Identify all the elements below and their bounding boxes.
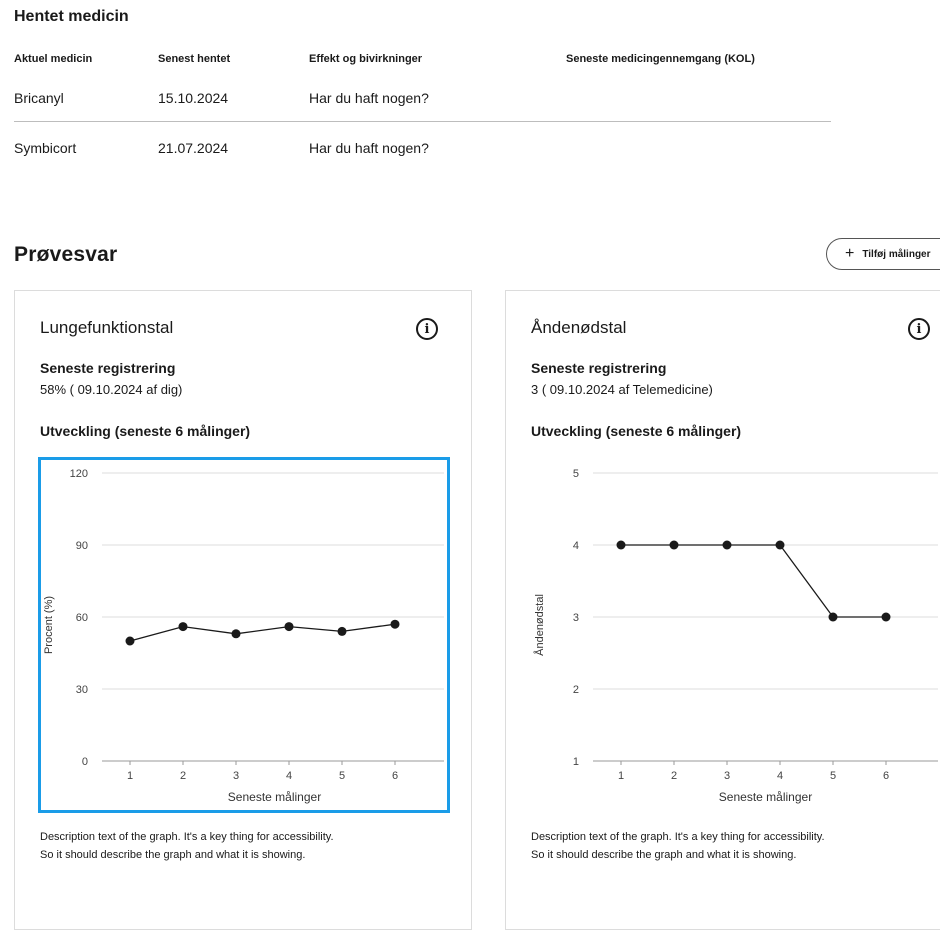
x-tick-label: 4 (286, 770, 292, 782)
medicine-name: Bricanyl (14, 90, 64, 106)
x-tick-label: 5 (339, 770, 345, 782)
info-icon[interactable]: i (416, 318, 438, 340)
x-tick-label: 3 (724, 770, 730, 782)
x-axis-label: Seneste målinger (228, 790, 321, 804)
data-point (881, 612, 891, 622)
add-measurement-label: Tilføj målinger (862, 248, 931, 260)
series-line (129, 623, 396, 642)
lung-function-chart[interactable]: 0 30 60 90 120 1 2 3 4 5 6 Seneste målinger Procent … (38, 457, 450, 813)
x-tick-label: 1 (618, 770, 624, 782)
y-tick-label: 1 (573, 756, 579, 768)
chart-description-line: So it should describe the graph and what… (531, 849, 797, 861)
column-header-current-medicine: Aktuel medicin (14, 53, 93, 65)
y-tick-label: 5 (573, 468, 579, 480)
data-point (775, 540, 785, 550)
results-section-title: Prøvesvar (14, 243, 118, 266)
y-tick-label: 30 (76, 684, 88, 696)
data-point (722, 540, 732, 550)
column-header-review: Seneste medicingennemgang (KOL) (566, 53, 755, 65)
latest-registration-label: Seneste registrering (40, 360, 176, 376)
medicine-date: 21.07.2024 (158, 140, 229, 156)
x-tick-label: 5 (830, 770, 836, 782)
x-tick-label: 3 (233, 770, 239, 782)
row-divider (14, 121, 831, 122)
column-header-effect: Effekt og bivirkninger (309, 53, 423, 65)
data-point (337, 626, 347, 636)
data-point (284, 622, 294, 632)
chart-description-line: So it should describe the graph and what… (40, 849, 306, 861)
x-axis-label: Seneste målinger (719, 790, 812, 804)
latest-registration-value: 3 ( 09.10.2024 af Telemedicine) (531, 382, 713, 397)
side-effects-link[interactable]: Har du haft nogen? (309, 140, 429, 156)
data-point (231, 629, 241, 639)
side-effects-link[interactable]: Har du haft nogen? (309, 90, 429, 106)
plus-icon: + (845, 245, 855, 262)
medicine-date: 15.10.2024 (158, 90, 229, 106)
chart-description-line: Description text of the graph. It's a ke… (531, 831, 825, 843)
column-header-last-collected: Senest hentet (158, 53, 231, 65)
y-tick-label: 0 (82, 756, 88, 768)
medicine-section-title: Hentet medicin (14, 8, 129, 25)
info-icon[interactable]: i (908, 318, 930, 340)
trend-label: Utveckling (seneste 6 målinger) (40, 423, 251, 439)
x-tick-label: 4 (777, 770, 783, 782)
x-tick-label: 6 (883, 770, 889, 782)
chart-description-line: Description text of the graph. It's a ke… (40, 831, 334, 843)
medicine-name: Symbicort (14, 140, 77, 156)
card-title: Åndenødstal (531, 318, 627, 337)
data-point (178, 622, 188, 632)
y-axis-label: Procent (%) (43, 596, 55, 654)
trend-label: Utveckling (seneste 6 målinger) (531, 423, 742, 439)
x-tick-label: 6 (392, 770, 398, 782)
x-tick-label: 2 (180, 770, 186, 782)
x-tick-label: 2 (671, 770, 677, 782)
breathlessness-chart[interactable]: 1 2 3 4 5 1 2 3 4 5 6 Seneste målinger Åndenødstal (529, 457, 940, 813)
latest-registration-label: Seneste registrering (531, 360, 667, 376)
chart-description: Description text of the graph. It's a ke… (531, 828, 940, 864)
data-point (828, 612, 838, 622)
x-tick-label: 1 (127, 770, 133, 782)
y-axis-label: Åndenødstal (533, 594, 546, 656)
add-measurement-button[interactable]: + Tilføj målinger (826, 238, 940, 270)
data-point (125, 636, 135, 646)
data-point (390, 619, 400, 629)
y-tick-label: 3 (573, 612, 579, 624)
data-point (669, 540, 679, 550)
chart-focus-outline (38, 457, 450, 813)
y-tick-label: 2 (573, 684, 579, 696)
y-tick-label: 60 (76, 612, 88, 624)
card-title: Lungefunktionstal (40, 318, 174, 337)
latest-registration-value: 58% ( 09.10.2024 af dig) (40, 382, 183, 397)
y-tick-label: 90 (76, 540, 88, 552)
y-tick-label: 120 (70, 468, 88, 480)
data-point (616, 540, 626, 550)
chart-description: Description text of the graph. It's a ke… (40, 828, 480, 864)
series-line (621, 544, 886, 618)
y-tick-label: 4 (573, 540, 579, 552)
